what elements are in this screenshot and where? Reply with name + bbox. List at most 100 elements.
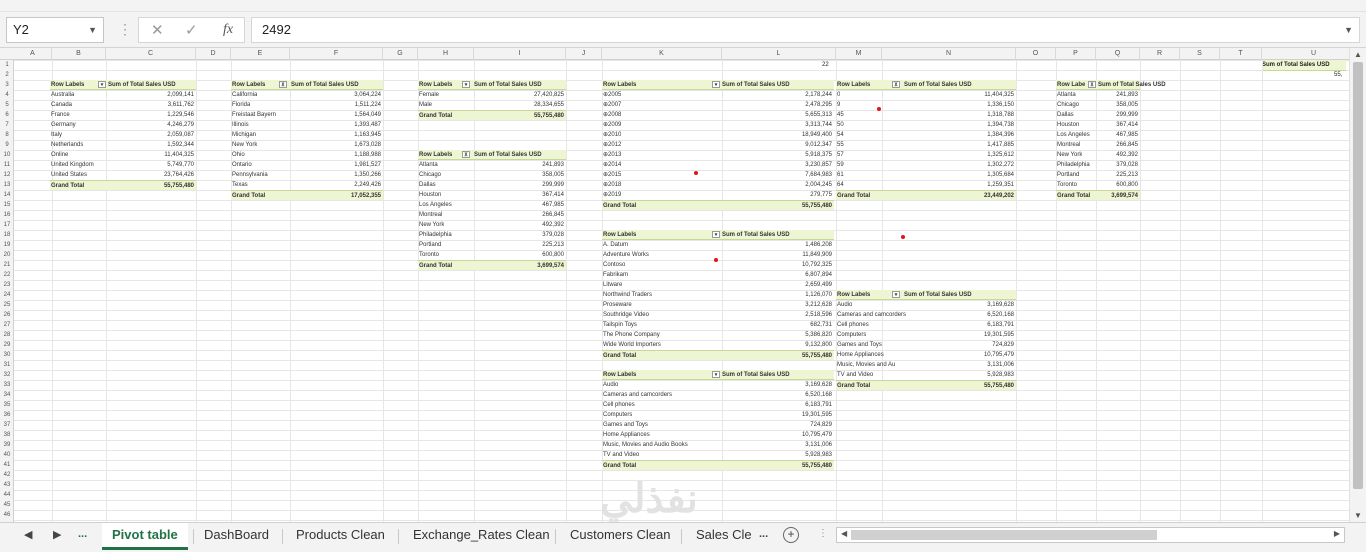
formula-input[interactable]: 2492 ▼ (251, 17, 1360, 43)
pivot-row[interactable]: Audio 3,169,628 (602, 380, 834, 390)
row-header-32[interactable]: 32 (0, 370, 14, 380)
pivot-row[interactable]: TV and Video 5,928,983 (836, 370, 1016, 380)
expand-formula-icon[interactable]: ▼ (1344, 18, 1353, 42)
row-header-38[interactable]: 38 (0, 430, 14, 440)
row-header-25[interactable]: 25 (0, 300, 14, 310)
column-header-l[interactable]: L (722, 48, 836, 60)
grand-total-row[interactable]: Grand Total 23,449,202 (836, 190, 1016, 200)
column-header-o[interactable]: O (1016, 48, 1056, 60)
pivot-row[interactable]: Tailspin Toys 682,731 (602, 320, 834, 330)
pivot-row[interactable]: Computers 19,301,595 (602, 410, 834, 420)
row-header-43[interactable]: 43 (0, 480, 14, 490)
pivot-row[interactable]: Chicago 358,005 (1056, 100, 1140, 110)
pivot-row[interactable]: 64 1,259,351 (836, 180, 1016, 190)
row-header-8[interactable]: 8 (0, 130, 14, 140)
pivot-row[interactable]: Montreal 266,845 (418, 210, 566, 220)
tab-dashboard[interactable]: DashBoard (194, 523, 279, 549)
pivot-row[interactable]: Texas 2,249,426 (231, 180, 383, 190)
row-header-20[interactable]: 20 (0, 250, 14, 260)
row-header-42[interactable]: 42 (0, 470, 14, 480)
scroll-up-icon[interactable]: ▲ (1354, 50, 1362, 59)
row-header-2[interactable]: 2 (0, 70, 14, 80)
grand-total-row[interactable]: Grand Total 3,699,574 (1056, 190, 1140, 200)
pivot-row[interactable]: Fabrikam 6,807,894 (602, 270, 834, 280)
cell-u2[interactable]: 55, (1334, 70, 1342, 80)
pivot-row[interactable]: California 3,064,224 (231, 90, 383, 100)
pivot-category1[interactable]: Row Labels ▾ Sum of Total Sales USD Audio 3,… (602, 370, 834, 470)
grand-total-row[interactable]: Grand Total 3,699,574 (418, 260, 566, 270)
row-header-30[interactable]: 30 (0, 350, 14, 360)
column-header-q[interactable]: Q (1096, 48, 1140, 60)
row-header-41[interactable]: 41 (0, 460, 14, 470)
column-header-a[interactable]: A (14, 48, 52, 60)
pivot-country[interactable]: Row Labels ▾ Sum of Total Sales USD Austral… (50, 80, 196, 190)
pivot-row[interactable]: Toronto 600,800 (418, 250, 566, 260)
vertical-scrollbar[interactable]: ▲ ▼ (1349, 48, 1366, 522)
row-header-46[interactable]: 46 (0, 510, 14, 520)
pivot-row[interactable]: ⊕2005 2,178,244 (602, 90, 834, 100)
pivot-row[interactable]: Proseware 3,212,628 (602, 300, 834, 310)
pivot-category2[interactable]: Row Labels ▾ Sum of Total Sales USD Audio 3,… (836, 290, 1016, 390)
pivot-row[interactable]: Adventure Works 11,849,909 (602, 250, 834, 260)
column-header-g[interactable]: G (383, 48, 418, 60)
pivot-row[interactable]: Music, Movies and Au 3,131,006 (836, 360, 1016, 370)
horizontal-scrollbar[interactable]: ◀ ▶ (836, 527, 1345, 543)
pivot-row[interactable]: Cell phones 6,183,791 (602, 400, 834, 410)
worksheet-grid[interactable]: ABCDEFGHIJKLMNOPQRSTU 1 2 3 4 5 6 7 8 9 10 11 12 13 1… (0, 48, 1349, 522)
grand-total-row[interactable]: Grand Total 17,052,355 (231, 190, 383, 200)
column-header-i[interactable]: I (474, 48, 566, 60)
pivot-row[interactable]: A. Datum 1,486,208 (602, 240, 834, 250)
tab-split-handle[interactable]: ⋮ (818, 528, 828, 539)
pivot-row[interactable]: Games and Toys 724,829 (602, 420, 834, 430)
grand-total-row[interactable]: Grand Total 55,755,480 (602, 350, 834, 360)
tab-sales-clean[interactable]: Sales Cle (686, 523, 754, 549)
row-header-17[interactable]: 17 (0, 220, 14, 230)
chevron-down-icon[interactable]: ▼ (88, 18, 97, 42)
pivot-row[interactable]: 57 1,325,612 (836, 150, 1016, 160)
pivot-row[interactable]: Audio 3,169,628 (836, 300, 1016, 310)
filter-dropdown-icon[interactable]: ▾ (712, 231, 720, 238)
row-header-15[interactable]: 15 (0, 200, 14, 210)
pivot-row[interactable]: Music, Movies and Audio Books 3,131,006 (602, 440, 834, 450)
filter-dropdown-icon[interactable]: ▾ (712, 371, 720, 378)
column-header-p[interactable]: P (1056, 48, 1096, 60)
pivot-brand[interactable]: Row Labels ▾ Sum of Total Sales USD A. Datu… (602, 230, 834, 360)
pivot-row[interactable]: New York 492,392 (418, 220, 566, 230)
filter-dropdown-icon[interactable]: ⊻ (1088, 81, 1096, 88)
column-header-c[interactable]: C (106, 48, 196, 60)
row-header-10[interactable]: 10 (0, 150, 14, 160)
tab-products-clean[interactable]: Products Clean (286, 523, 395, 549)
grand-total-row[interactable]: Grand Total 55,755,480 (418, 110, 566, 120)
pivot-row[interactable]: Portland 225,213 (1056, 170, 1140, 180)
more-sheets-right[interactable]: ... (759, 528, 768, 540)
pivot-row[interactable]: Cameras and camcorders 6,520,168 (836, 310, 1016, 320)
pivot-row[interactable]: Ohio 1,188,988 (231, 150, 383, 160)
row-header-29[interactable]: 29 (0, 340, 14, 350)
pivot-row[interactable]: Wide World Importers 9,132,800 (602, 340, 834, 350)
row-header-34[interactable]: 34 (0, 390, 14, 400)
grand-total-row[interactable]: Grand Total 55,755,480 (836, 380, 1016, 390)
pivot-row[interactable]: Florida 1,511,224 (231, 100, 383, 110)
filter-dropdown-icon[interactable]: ⊻ (279, 81, 287, 88)
pivot-row[interactable]: Atlanta 241,893 (418, 160, 566, 170)
row-header-21[interactable]: 21 (0, 260, 14, 270)
pivot-row[interactable]: Southridge Video 2,518,596 (602, 310, 834, 320)
more-sheets-left[interactable]: ... (78, 528, 87, 540)
pivot-row[interactable]: Houston 367,414 (1056, 120, 1140, 130)
pivot-gender[interactable]: Row Labels ▾ Sum of Total Sales USD Female 2… (418, 80, 566, 120)
column-header-h[interactable]: H (418, 48, 474, 60)
tab-exchange-rates-clean[interactable]: Exchange_Rates Clean (403, 523, 560, 549)
pivot-row[interactable]: 55 1,417,885 (836, 140, 1016, 150)
pivot-row[interactable]: 50 1,394,738 (836, 120, 1016, 130)
row-header-24[interactable]: 24 (0, 290, 14, 300)
row-header-33[interactable]: 33 (0, 380, 14, 390)
row-header-39[interactable]: 39 (0, 440, 14, 450)
pivot-row[interactable]: ⊕2010 18,949,400 (602, 130, 834, 140)
scroll-right-icon[interactable]: ▶ (1334, 529, 1340, 538)
pivot-row[interactable]: United Kingdom 5,749,770 (50, 160, 196, 170)
pivot-row[interactable]: Philadelphia 379,028 (418, 230, 566, 240)
column-header-d[interactable]: D (196, 48, 231, 60)
pivot-row[interactable]: 61 1,305,684 (836, 170, 1016, 180)
grand-total-row[interactable]: Grand Total 55,755,480 (602, 460, 834, 470)
pivot-row[interactable]: Online 11,404,325 (50, 150, 196, 160)
